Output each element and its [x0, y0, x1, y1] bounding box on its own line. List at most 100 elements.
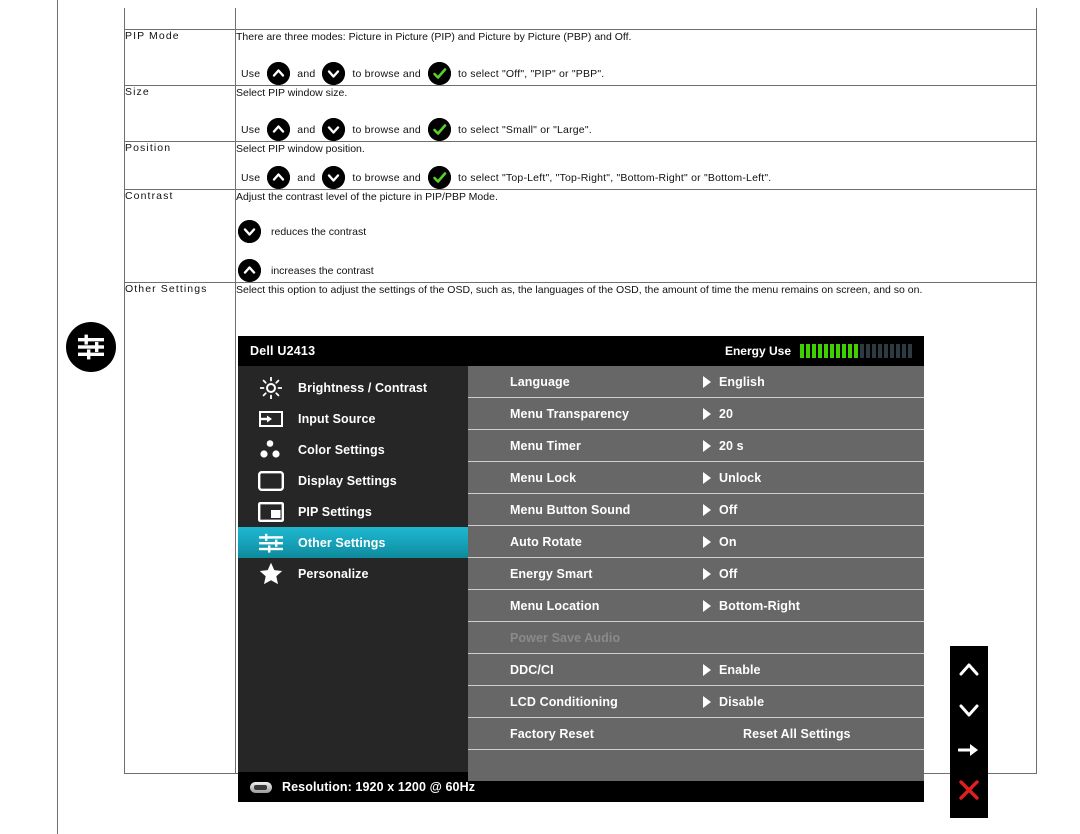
row-description: There are three modes: Picture in Pictur… — [236, 31, 632, 43]
sidebar-item-label: Input Source — [298, 411, 376, 426]
resolution-text: Resolution: 1920 x 1200 @ 60Hz — [282, 780, 476, 794]
arrow-right-icon — [695, 407, 719, 421]
arrow-right-icon — [695, 599, 719, 613]
row-label: Position — [125, 142, 172, 154]
setting-row-menu-timer[interactable]: Menu Timer 20 s — [468, 430, 924, 462]
chevron-down-icon — [322, 166, 346, 189]
setting-value: 20 s — [719, 438, 744, 453]
setting-row-menu-button-sound[interactable]: Menu Button Sound Off — [468, 494, 924, 526]
setting-row-language[interactable]: Language English — [468, 366, 924, 398]
sidebar-item-input-source[interactable]: Input Source — [238, 403, 468, 434]
row-description: Select PIP window size. — [236, 87, 348, 99]
setting-value: On — [719, 534, 737, 549]
energy-bar-off — [866, 344, 870, 358]
instruction-use: Use — [241, 123, 261, 136]
energy-bar-on — [800, 344, 804, 358]
instruction-and: and — [297, 171, 316, 184]
row-desc-cell: Adjust the contrast level of the picture… — [235, 189, 1037, 283]
instruction-select: to select "Top-Left", "Top-Right", "Bott… — [457, 171, 772, 184]
sidebar-item-label: PIP Settings — [298, 504, 372, 519]
setting-row-menu-lock[interactable]: Menu Lock Unlock — [468, 462, 924, 494]
close-x-icon — [958, 779, 980, 806]
arrow-right-icon — [695, 375, 719, 389]
energy-bar-on — [824, 344, 828, 358]
energy-bar-off — [890, 344, 894, 358]
setting-row-lcd-conditioning[interactable]: LCD Conditioning Disable — [468, 686, 924, 718]
setting-value: Reset All Settings — [743, 726, 851, 741]
instruction-browse: to browse and — [352, 171, 421, 184]
down-button[interactable] — [956, 699, 982, 725]
sliders-icon — [66, 322, 116, 372]
setting-label: DDC/CI — [510, 662, 554, 677]
osd-sidebar: Brightness / Contrast Input Source Color S… — [238, 366, 484, 772]
setting-row-energy-smart[interactable]: Energy Smart Off — [468, 558, 924, 590]
osd-body: Brightness / Contrast Input Source Color S… — [238, 366, 924, 781]
energy-bar-on — [812, 344, 816, 358]
contrast-increase-line: increases the contrast — [236, 259, 1036, 282]
setting-row-auto-rotate[interactable]: Auto Rotate On — [468, 526, 924, 558]
setting-label: Power Save Audio — [510, 630, 621, 645]
setting-value: English — [719, 374, 765, 389]
setting-row-menu-location[interactable]: Menu Location Bottom-Right — [468, 590, 924, 622]
chevron-up-icon — [267, 118, 291, 141]
up-button[interactable] — [956, 659, 982, 685]
arrow-right-icon — [957, 741, 980, 764]
energy-use-indicator: Energy Use — [725, 344, 912, 358]
instruction-use: Use — [241, 171, 261, 184]
instruction-and: and — [297, 67, 316, 80]
brightness-icon — [254, 376, 288, 399]
energy-bar-on — [830, 344, 834, 358]
setting-label: Factory Reset — [510, 726, 594, 741]
table-stub-row — [124, 8, 1037, 30]
sidebar-item-display-settings[interactable]: Display Settings — [238, 465, 468, 496]
energy-bar-on — [818, 344, 822, 358]
stub-label-cell — [124, 8, 236, 30]
instruction-select: to select "Small" or "Large". — [457, 123, 592, 136]
sidebar-item-pip-settings[interactable]: PIP Settings — [238, 496, 468, 527]
row-desc-cell: There are three modes: Picture in Pictur… — [235, 29, 1037, 86]
setting-label: Menu Timer — [510, 438, 581, 453]
osd-settings-list: Language English Menu Transparency 20 Menu T… — [468, 366, 924, 781]
row-label: Other Settings — [125, 283, 208, 295]
setting-label: Language — [510, 374, 570, 389]
energy-bar-off — [872, 344, 876, 358]
monitor-icon — [250, 781, 272, 793]
setting-label: LCD Conditioning — [510, 694, 618, 709]
sidebar-item-brightness-contrast[interactable]: Brightness / Contrast — [238, 372, 468, 403]
check-icon — [427, 62, 451, 85]
row-instruction: Use and to browse and to select "Top-Lef… — [236, 166, 1036, 189]
table-row: Size Select PIP window size. Use and to … — [124, 85, 1037, 142]
arrow-right-icon — [695, 535, 719, 549]
setting-row-menu-transparency[interactable]: Menu Transparency 20 — [468, 398, 924, 430]
setting-value: Unlock — [719, 470, 762, 485]
star-icon — [254, 562, 288, 585]
setting-row-ddc-ci[interactable]: DDC/CI Enable — [468, 654, 924, 686]
setting-label: Menu Lock — [510, 470, 577, 485]
setting-row-factory-reset[interactable]: Factory Reset Reset All Settings — [468, 718, 924, 750]
page-left-rule — [57, 0, 58, 834]
setting-value: Off — [719, 502, 738, 517]
sidebar-item-other-settings[interactable]: Other Settings — [238, 527, 484, 558]
sidebar-item-color-settings[interactable]: Color Settings — [238, 434, 468, 465]
energy-bar-on — [842, 344, 846, 358]
ok-button[interactable] — [956, 739, 982, 765]
energy-bar-on — [806, 344, 810, 358]
sidebar-item-label: Other Settings — [298, 535, 386, 550]
pip-settings-icon — [254, 501, 288, 522]
chevron-up-icon — [267, 62, 291, 85]
row-label-cell: Other Settings — [124, 282, 236, 774]
row-desc-cell: Select PIP window size. Use and to brows… — [235, 85, 1037, 142]
close-button[interactable] — [956, 779, 982, 805]
chevron-down-icon — [322, 62, 346, 85]
setting-label: Energy Smart — [510, 566, 593, 581]
osd-menu-screenshot: Dell U2413 Energy Use Brightness / Contr… — [238, 336, 924, 802]
display-settings-icon — [254, 470, 288, 491]
sidebar-item-personalize[interactable]: Personalize — [238, 558, 468, 589]
arrow-right-icon — [695, 439, 719, 453]
arrow-right-icon — [695, 695, 719, 709]
energy-bar-on — [854, 344, 858, 358]
contrast-decrease-text: reduces the contrast — [271, 225, 367, 238]
setting-value: Disable — [719, 694, 765, 709]
row-instruction: Use and to browse and to select "Off", "… — [236, 62, 1036, 85]
row-description: Select PIP window position. — [236, 143, 365, 155]
